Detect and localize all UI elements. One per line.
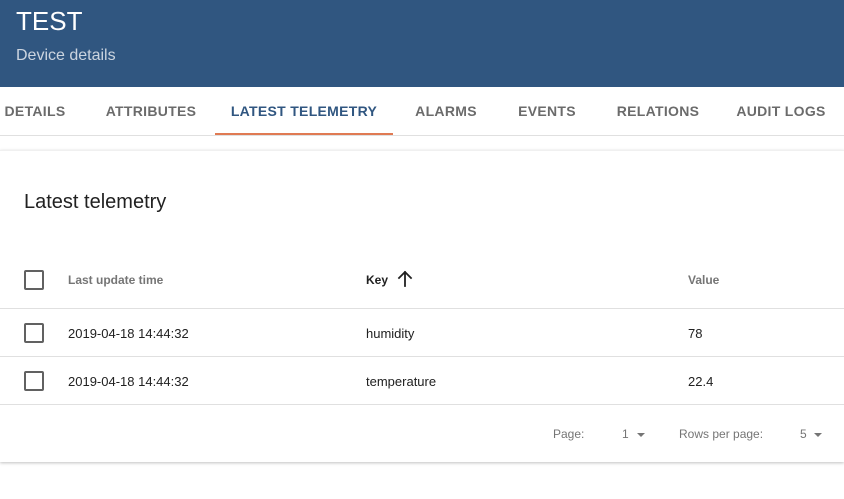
row-divider — [0, 404, 844, 405]
row-checkbox[interactable] — [24, 323, 44, 343]
row-checkbox[interactable] — [24, 371, 44, 391]
tab-bar: DETAILS ATTRIBUTES LATEST TELEMETRY ALAR… — [0, 87, 844, 136]
card-title: Latest telemetry — [24, 191, 167, 213]
column-header-value[interactable]: Value — [688, 273, 719, 287]
page-label: Page: — [553, 427, 585, 441]
tab-latest-telemetry[interactable]: LATEST TELEMETRY — [215, 87, 393, 135]
cell-time: 2019-04-18 14:44:32 — [68, 326, 189, 341]
active-tab-indicator — [215, 133, 393, 135]
device-subtitle: Device details — [16, 47, 116, 64]
row-divider — [0, 308, 844, 309]
row-divider — [0, 356, 844, 357]
telemetry-card: Latest telemetry Last update time Key Va… — [0, 150, 844, 462]
cell-key: humidity — [366, 326, 415, 341]
rows-per-page-label: Rows per page: — [679, 427, 764, 441]
chevron-down-icon[interactable] — [814, 433, 822, 437]
cell-key: temperature — [366, 374, 437, 389]
page-header: TEST Device details — [0, 0, 844, 87]
rows-per-page-select[interactable]: 5 — [800, 427, 807, 441]
page-select[interactable]: 1 — [622, 427, 629, 441]
cell-time: 2019-04-18 14:44:32 — [68, 374, 189, 389]
column-header-time[interactable]: Last update time — [68, 273, 163, 287]
column-header-key[interactable]: Key — [366, 273, 388, 287]
tab-audit-logs[interactable]: AUDIT LOGS — [728, 87, 834, 135]
cell-value: 78 — [688, 326, 703, 341]
tab-relations[interactable]: RELATIONS — [608, 87, 708, 135]
tab-events[interactable]: EVENTS — [508, 87, 586, 135]
chevron-down-icon[interactable] — [637, 433, 645, 437]
tab-details[interactable]: DETAILS — [0, 87, 70, 135]
arrow-up-icon[interactable] — [396, 270, 414, 288]
tab-alarms[interactable]: ALARMS — [405, 87, 487, 135]
select-all-checkbox[interactable] — [24, 270, 44, 290]
device-title: TEST — [16, 6, 83, 36]
cell-value: 22.4 — [688, 374, 714, 389]
tab-attributes[interactable]: ATTRIBUTES — [96, 87, 206, 135]
